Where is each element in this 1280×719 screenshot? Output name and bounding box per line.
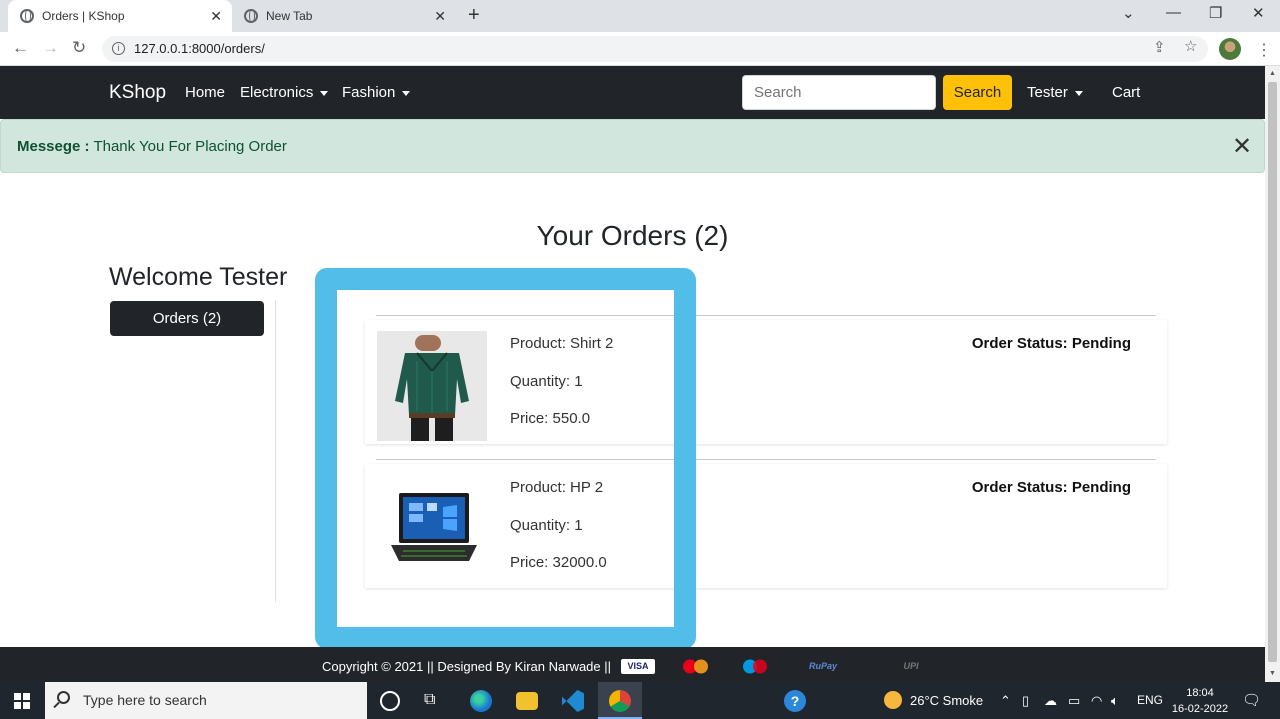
search-input[interactable] — [742, 75, 936, 110]
clock-date: 16-02-2022 — [1171, 703, 1229, 715]
tab-title: Orders | KShop — [42, 9, 125, 23]
brand-logo[interactable]: KShop — [109, 82, 166, 104]
nav-fashion[interactable]: Fashion — [342, 84, 411, 101]
page-title: Your Orders (2) — [536, 220, 729, 251]
order-status: Order Status: Pending — [971, 335, 1131, 352]
edge-icon[interactable] — [470, 690, 492, 712]
user-menu-label: Tester — [1027, 84, 1068, 101]
chrome-icon[interactable] — [609, 690, 631, 712]
new-tab-button[interactable]: + — [468, 4, 480, 27]
copyright-text: Copyright © 2021 || Designed By Kiran Na… — [322, 659, 612, 674]
share-icon[interactable]: ⇪ — [1153, 38, 1166, 56]
close-tab-icon[interactable]: ✕ — [210, 8, 222, 25]
file-explorer-icon[interactable] — [516, 692, 538, 710]
nav-cart[interactable]: Cart — [1112, 84, 1140, 101]
order-quantity: Quantity: 1 — [510, 373, 583, 390]
upi-logo: UPI — [903, 661, 919, 671]
order-product: Product: HP 2 — [510, 479, 604, 496]
chevron-down-icon — [1074, 90, 1083, 96]
info-icon[interactable]: i — [112, 42, 125, 55]
windows-start-icon[interactable] — [14, 693, 30, 709]
orders-sidebar-button[interactable]: Orders (2) — [110, 301, 264, 336]
shirt-product-image — [377, 331, 487, 441]
divider — [376, 459, 1156, 460]
volume-icon[interactable]: 🔈︎ — [1111, 693, 1119, 709]
address-bar-row: ← → ↻ i 127.0.0.1:8000/orders/ ⇪ ☆ — [0, 32, 1280, 66]
alert-text: Messege : Thank You For Placing Order — [17, 138, 287, 155]
bookmark-star-icon[interactable]: ☆ — [1184, 37, 1197, 55]
order-quantity: Quantity: 1 — [510, 517, 583, 534]
alert-message: Thank You For Placing Order — [93, 138, 287, 155]
tab-title: New Tab — [266, 9, 313, 23]
onedrive-cloud-icon[interactable]: ☁ — [1044, 693, 1057, 709]
weather-text[interactable]: 26°C Smoke — [910, 693, 983, 708]
sidebar-divider — [275, 300, 276, 602]
rupay-logo: RuPay — [808, 661, 837, 671]
wifi-icon[interactable]: ◠ — [1091, 693, 1102, 709]
battery-icon[interactable]: ▭ — [1068, 693, 1080, 709]
mastercard-logo — [677, 659, 715, 674]
scroll-up-icon[interactable]: ▲ — [1269, 70, 1276, 77]
search-button[interactable]: Search — [943, 75, 1012, 110]
cortana-icon[interactable] — [380, 691, 400, 711]
close-icon[interactable]: ✕ — [1232, 132, 1252, 161]
restore-button[interactable]: ❐ — [1209, 4, 1222, 22]
nav-electronics-label: Electronics — [240, 84, 314, 101]
tray-device-icon[interactable]: ▯ — [1022, 693, 1029, 709]
tab-orders[interactable]: Orders | KShop ✕ — [8, 0, 232, 32]
menu-kebab-icon[interactable]: ⋮ — [1256, 40, 1272, 60]
tab-search-icon[interactable]: ⌄ — [1122, 4, 1135, 22]
nav-electronics[interactable]: Electronics — [240, 84, 329, 101]
user-menu[interactable]: Tester — [1027, 84, 1083, 101]
nav-home[interactable]: Home — [185, 84, 225, 101]
maestro-logo — [738, 659, 772, 674]
site-footer: Copyright © 2021 || Designed By Kiran Na… — [0, 647, 1265, 682]
chrome-icon — [244, 9, 258, 23]
laptop-product-image — [377, 473, 487, 583]
taskbar-clock[interactable]: 18:04 16-02-2022 — [1170, 685, 1230, 717]
close-tab-icon[interactable]: ✕ — [434, 8, 446, 25]
order-card: Product: Shirt 2 Quantity: 1 Price: 550.… — [365, 320, 1167, 444]
order-card: Product: HP 2 Quantity: 1 Price: 32000.0… — [365, 464, 1167, 588]
order-price: Price: 550.0 — [510, 410, 591, 427]
alert-label: Messege : — [17, 138, 90, 155]
profile-avatar[interactable] — [1219, 38, 1241, 60]
scroll-down-icon[interactable]: ▼ — [1269, 670, 1276, 677]
minimize-button[interactable]: — — [1166, 4, 1181, 21]
notification-icon[interactable]: 🗨︎ — [1242, 691, 1261, 709]
visa-logo: VISA — [621, 659, 655, 674]
back-arrow-icon[interactable]: ← — [12, 38, 29, 58]
order-status: Order Status: Pending — [971, 479, 1131, 496]
tray-chevron-up-icon[interactable]: ⌃ — [1000, 693, 1011, 709]
tab-new-tab[interactable]: New Tab ✕ — [236, 0, 456, 32]
chevron-down-icon — [402, 90, 411, 96]
reload-icon[interactable]: ↻ — [72, 38, 86, 58]
order-price: Price: 32000.0 — [510, 554, 607, 571]
forward-arrow-icon[interactable]: → — [42, 38, 59, 58]
windows-taskbar: Type here to search ⧉ ? 26°C Smoke ⌃ ▯ ☁… — [0, 682, 1280, 719]
language-indicator[interactable]: ENG — [1137, 693, 1163, 707]
weather-icon — [884, 691, 902, 709]
success-alert: Messege : Thank You For Placing Order ✕ — [0, 119, 1265, 173]
chevron-down-icon — [320, 90, 329, 96]
order-product: Product: Shirt 2 — [510, 335, 614, 352]
help-icon[interactable]: ? — [784, 690, 806, 712]
url-text: 127.0.0.1:8000/orders/ — [134, 41, 265, 56]
url-field[interactable]: i 127.0.0.1:8000/orders/ — [102, 36, 1208, 62]
taskbar-search-placeholder: Type here to search — [83, 692, 207, 708]
nav-fashion-label: Fashion — [342, 84, 396, 101]
page-scrollbar[interactable]: ▲ ▼ — [1265, 66, 1280, 682]
taskbar-search-box[interactable]: Type here to search — [45, 682, 367, 719]
scrollbar-thumb[interactable] — [1268, 82, 1277, 662]
browser-tab-bar: Orders | KShop ✕ New Tab ✕ + ⌄ — ❐ ✕ — [0, 0, 1280, 32]
vscode-icon[interactable] — [562, 690, 584, 712]
clock-time: 18:04 — [1186, 687, 1214, 699]
close-window-button[interactable]: ✕ — [1252, 4, 1265, 22]
site-navbar: KShop Home Electronics Fashion Search Te… — [0, 66, 1265, 119]
search-icon — [57, 691, 70, 704]
divider — [376, 315, 1156, 316]
task-view-icon[interactable]: ⧉ — [424, 691, 446, 713]
welcome-heading: Welcome Tester — [109, 263, 288, 291]
globe-icon — [20, 9, 34, 23]
